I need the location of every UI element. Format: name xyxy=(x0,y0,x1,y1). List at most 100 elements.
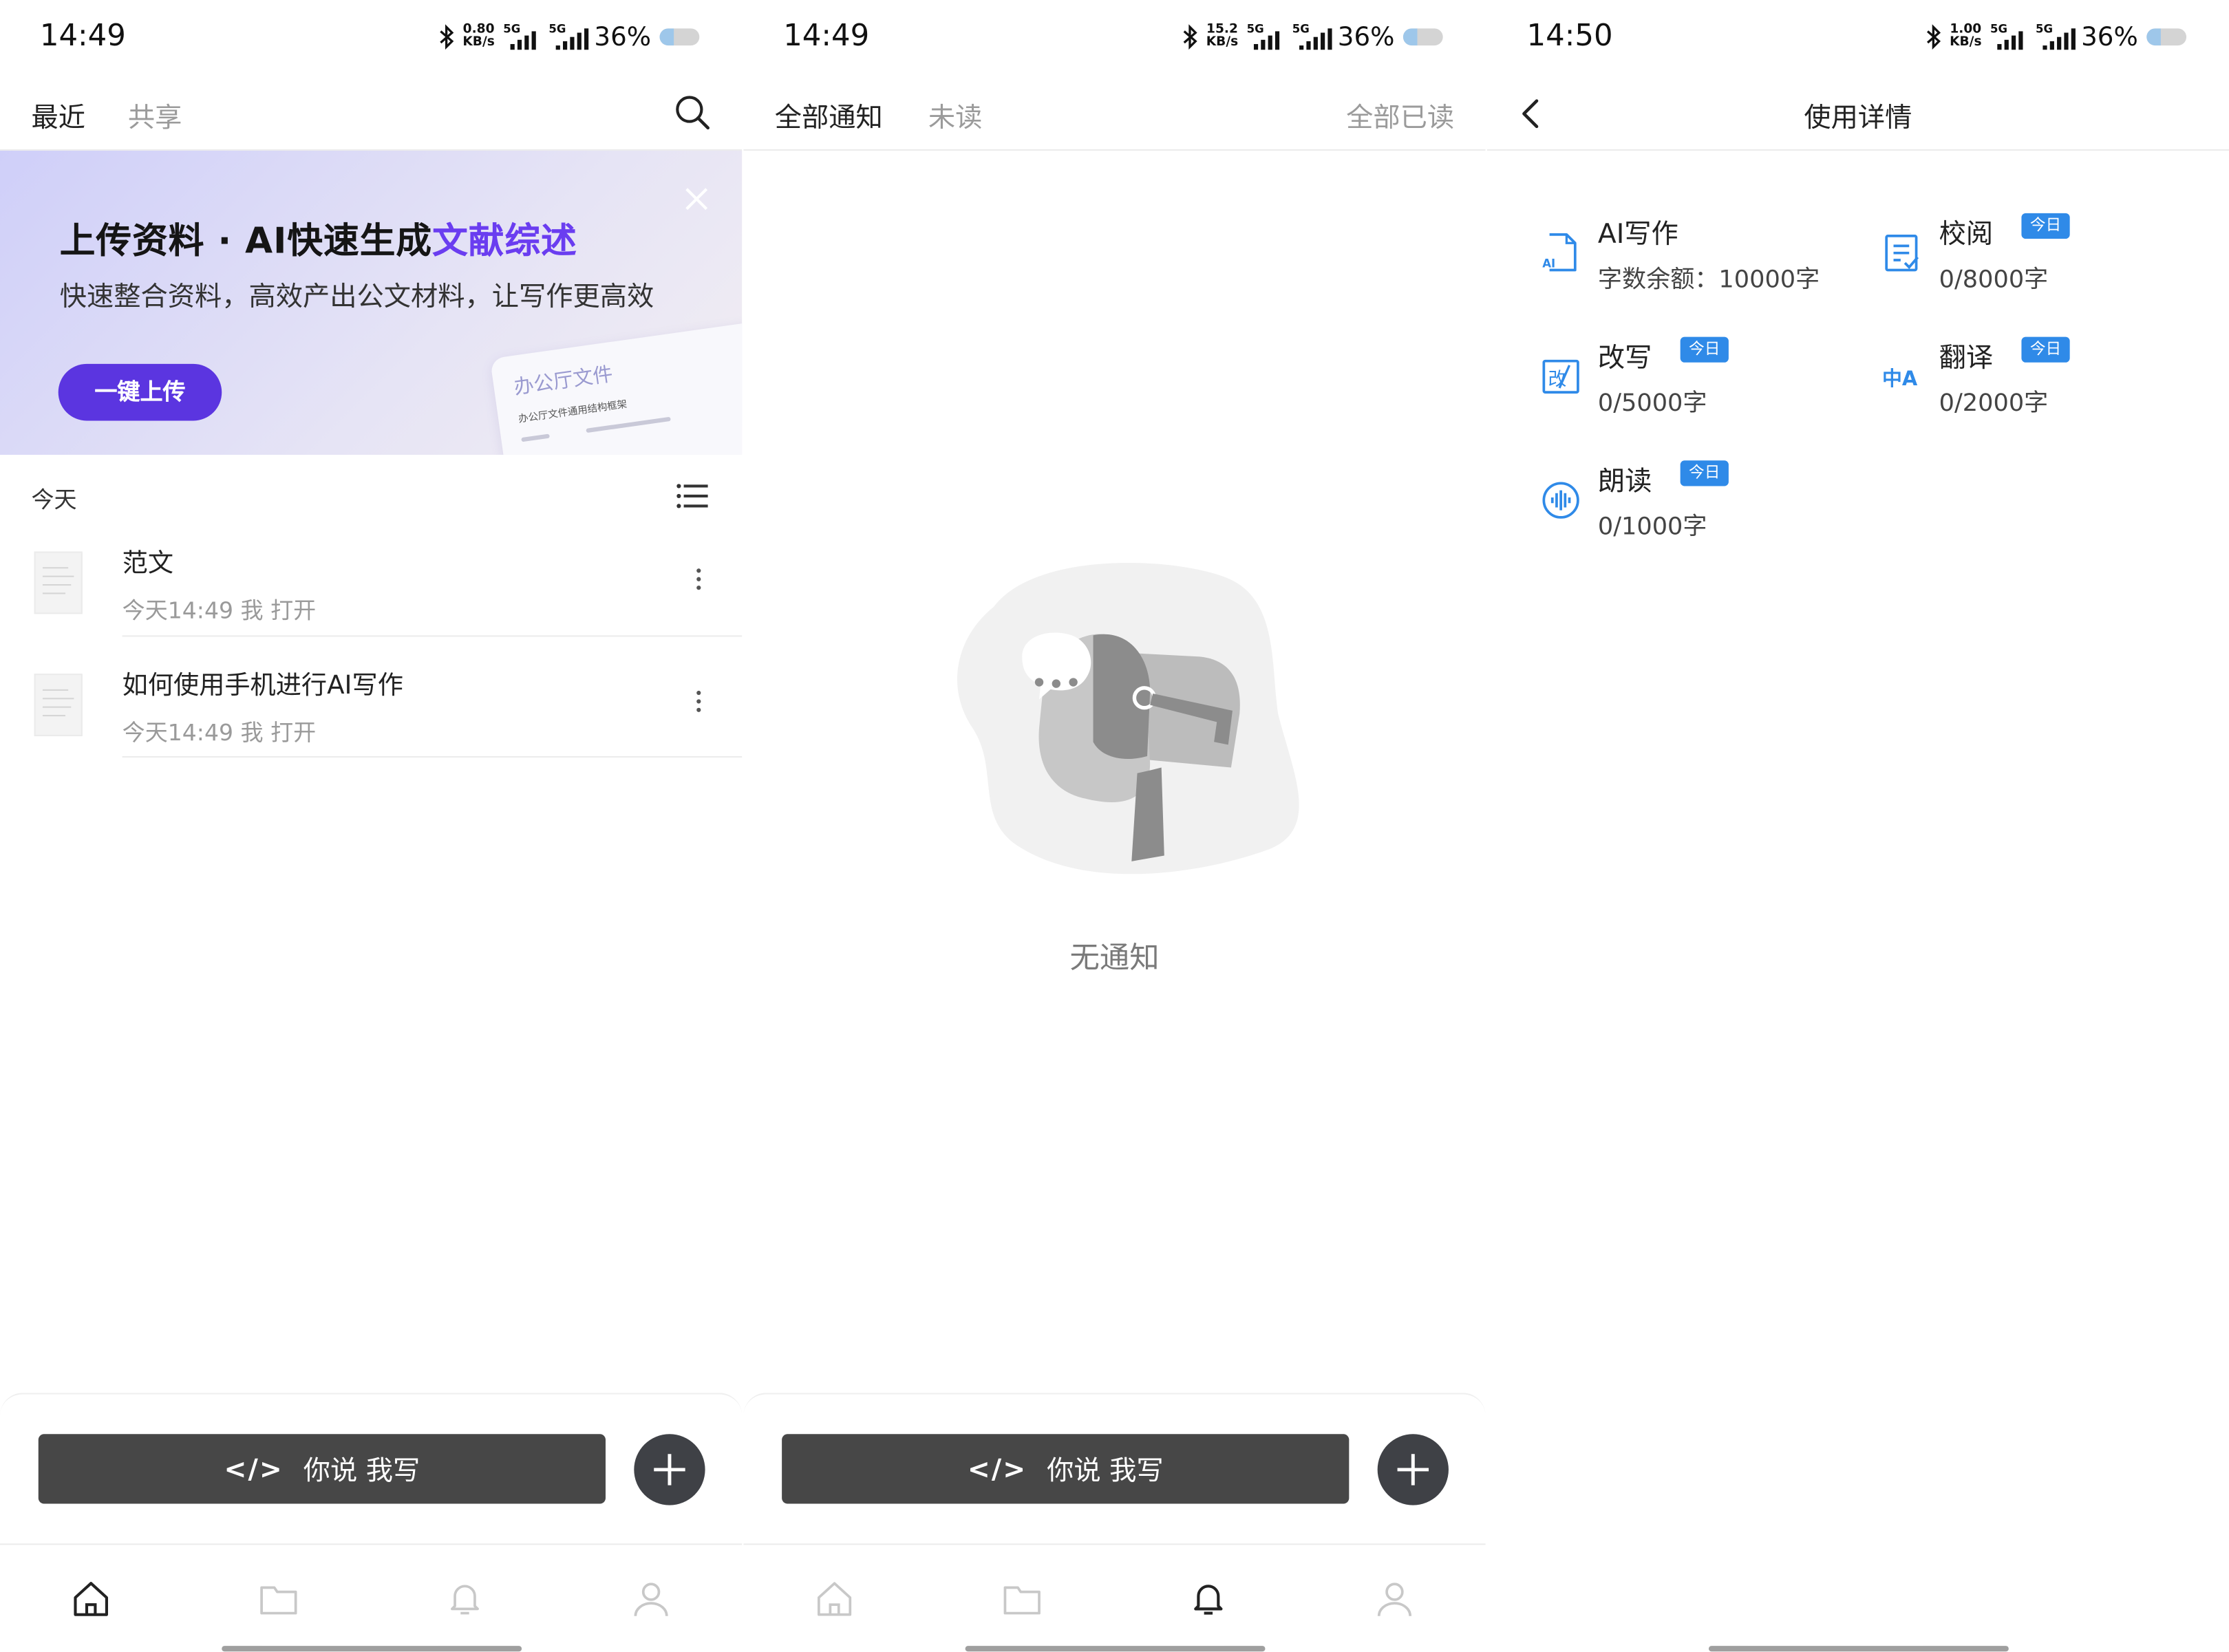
bell-icon[interactable] xyxy=(1188,1579,1228,1619)
banner-title: 上传资料 · AI快速生成文献综述 xyxy=(59,220,577,262)
promo-banner[interactable]: 上传资料 · AI快速生成文献综述 快速整合资料，高效产出公文材料，让写作更高效… xyxy=(0,150,743,455)
usage-value: 0/8000字 xyxy=(1939,266,2049,294)
proofread-icon xyxy=(1885,235,1919,272)
usage-value: 0/1000字 xyxy=(1597,513,1707,542)
add-button[interactable] xyxy=(1377,1434,1449,1505)
usage-item-ai-writing: AI AI写作 字数余额：10000字 xyxy=(1538,219,1851,304)
battery-icon xyxy=(2146,28,2187,46)
usage-value: 0/2000字 xyxy=(1939,389,2049,418)
home-indicator xyxy=(965,1646,1266,1652)
one-click-upload-button[interactable]: 一键上传 xyxy=(58,363,222,421)
profile-icon[interactable] xyxy=(1375,1579,1415,1619)
home-icon[interactable] xyxy=(71,1579,111,1619)
plus-icon xyxy=(654,1454,685,1485)
home-indicator xyxy=(1708,1646,2009,1652)
voice-write-label: 你说 我写 xyxy=(1047,1455,1164,1487)
page-title: 使用详情 xyxy=(1804,102,1912,134)
network-speed: 1.00 KB/s xyxy=(1950,23,1982,50)
usage-label: AI写作 xyxy=(1597,219,1678,250)
usage-label: 翻译 xyxy=(1939,342,1994,374)
ai-doc-icon: AI xyxy=(1542,233,1577,272)
code-icon: </> xyxy=(967,1453,1027,1485)
status-time: 14:49 xyxy=(783,18,870,53)
file-name: 如何使用手机进行AI写作 xyxy=(122,671,403,701)
file-meta: 今天14:49 我 打开 xyxy=(122,597,317,624)
file-row[interactable]: 范文 今天14:49 我 打开 xyxy=(0,540,742,663)
status-icons: 1.00 KB/s 5G 5G 36% xyxy=(1924,21,2187,52)
usage-item-read-aloud: 朗读 今日 0/1000字 xyxy=(1538,460,1851,552)
list-view-icon[interactable] xyxy=(676,483,708,508)
voice-write-label: 你说 我写 xyxy=(303,1455,420,1487)
home-indicator xyxy=(222,1646,522,1652)
file-meta: 今天14:49 我 打开 xyxy=(122,719,317,747)
more-options-icon[interactable] xyxy=(696,690,705,719)
bell-icon[interactable] xyxy=(445,1579,485,1619)
status-bar: 14:50 1.00 KB/s 5G 5G 36% xyxy=(1487,0,2229,74)
top-tabs: 最近 共享 xyxy=(0,74,743,151)
bluetooth-icon xyxy=(1182,24,1197,50)
usage-label: 朗读 xyxy=(1597,466,1652,497)
section-title-today: 今天 xyxy=(31,486,77,513)
rewrite-icon: 改 xyxy=(1542,359,1579,394)
tab-shared[interactable]: 共享 xyxy=(128,96,182,135)
doc-card-title: 办公厅文件 xyxy=(512,363,615,400)
more-options-icon[interactable] xyxy=(696,568,705,597)
usage-label: 改写 xyxy=(1597,342,1652,374)
svg-text:AI: AI xyxy=(1542,257,1555,270)
battery-icon xyxy=(659,28,700,46)
file-thumbnail xyxy=(34,551,83,614)
status-time: 14:50 xyxy=(1526,18,1613,53)
status-bar: 14:49 15.2 KB/s 5G 5G 36% xyxy=(743,0,1485,74)
status-icons: 0.80 KB/s 5G 5G 36% xyxy=(437,21,700,52)
tab-unread[interactable]: 未读 xyxy=(928,96,983,135)
today-badge: 今日 xyxy=(1680,460,1729,486)
battery-icon xyxy=(1403,28,1443,46)
empty-mailbox-illustration xyxy=(957,562,1299,875)
status-bar: 14:49 0.80 KB/s 5G 5G 36% xyxy=(0,0,742,74)
bluetooth-icon xyxy=(1926,24,1940,50)
profile-icon[interactable] xyxy=(631,1579,671,1619)
home-icon[interactable] xyxy=(815,1579,855,1619)
svg-text:中A: 中A xyxy=(1882,367,1918,390)
notifications-screen: 14:49 15.2 KB/s 5G 5G 36% 全部通知 未读 全部已读 无通… xyxy=(743,0,1486,1652)
signal-1-icon: 5G xyxy=(1247,23,1284,51)
code-icon: </> xyxy=(224,1453,284,1485)
tab-all-notifications[interactable]: 全部通知 xyxy=(775,96,883,135)
today-badge: 今日 xyxy=(1680,336,1729,363)
translate-icon: 中A xyxy=(1882,367,1918,390)
voice-icon xyxy=(1542,482,1579,519)
signal-1-icon: 5G xyxy=(1990,23,2027,51)
voice-write-button[interactable]: </> 你说 我写 xyxy=(38,1434,606,1504)
signal-2-icon: 5G xyxy=(1292,23,1332,51)
battery-level xyxy=(1403,28,1418,46)
search-icon[interactable] xyxy=(674,94,711,131)
bottom-nav xyxy=(0,1543,743,1651)
folder-icon[interactable] xyxy=(1002,1579,1042,1619)
tab-recent[interactable]: 最近 xyxy=(31,96,85,135)
signal-2-icon: 5G xyxy=(2036,23,2076,51)
signal-1-icon: 5G xyxy=(503,23,540,51)
usage-value: 字数余额：10000字 xyxy=(1597,266,1820,294)
plus-icon xyxy=(1397,1454,1429,1485)
close-icon[interactable] xyxy=(679,182,714,216)
usage-value: 0/5000字 xyxy=(1597,389,1707,418)
usage-item-translate: 中A 翻译 今日 0/2000字 xyxy=(1879,336,2192,428)
doc-preview-card: 办公厅文件 办公厅文件通用结构框架 xyxy=(489,319,743,455)
today-badge: 今日 xyxy=(2021,213,2070,239)
folder-icon[interactable] xyxy=(259,1579,299,1619)
today-badge: 今日 xyxy=(2021,336,2070,363)
signal-2-icon: 5G xyxy=(548,23,589,51)
add-button[interactable] xyxy=(634,1434,705,1505)
voice-write-button[interactable]: </> 你说 我写 xyxy=(782,1434,1350,1504)
file-thumbnail xyxy=(34,674,83,737)
usage-details-screen: 14:50 1.00 KB/s 5G 5G 36% 使用详情 AI AI写作 字数… xyxy=(1486,0,2229,1652)
status-time: 14:49 xyxy=(39,18,126,53)
header: 使用详情 xyxy=(1486,74,2229,151)
mark-all-read-button[interactable]: 全部已读 xyxy=(1346,96,1454,135)
battery-level xyxy=(659,28,674,46)
network-speed: 0.80 KB/s xyxy=(462,23,495,50)
battery-percent: 36% xyxy=(594,22,652,52)
bottom-nav xyxy=(743,1543,1486,1651)
file-row[interactable]: 如何使用手机进行AI写作 今天14:49 我 打开 xyxy=(0,663,742,785)
recent-screen: 14:49 0.80 KB/s 5G 5G 36% 最近 共享 上传资料 · AI… xyxy=(0,0,743,1652)
